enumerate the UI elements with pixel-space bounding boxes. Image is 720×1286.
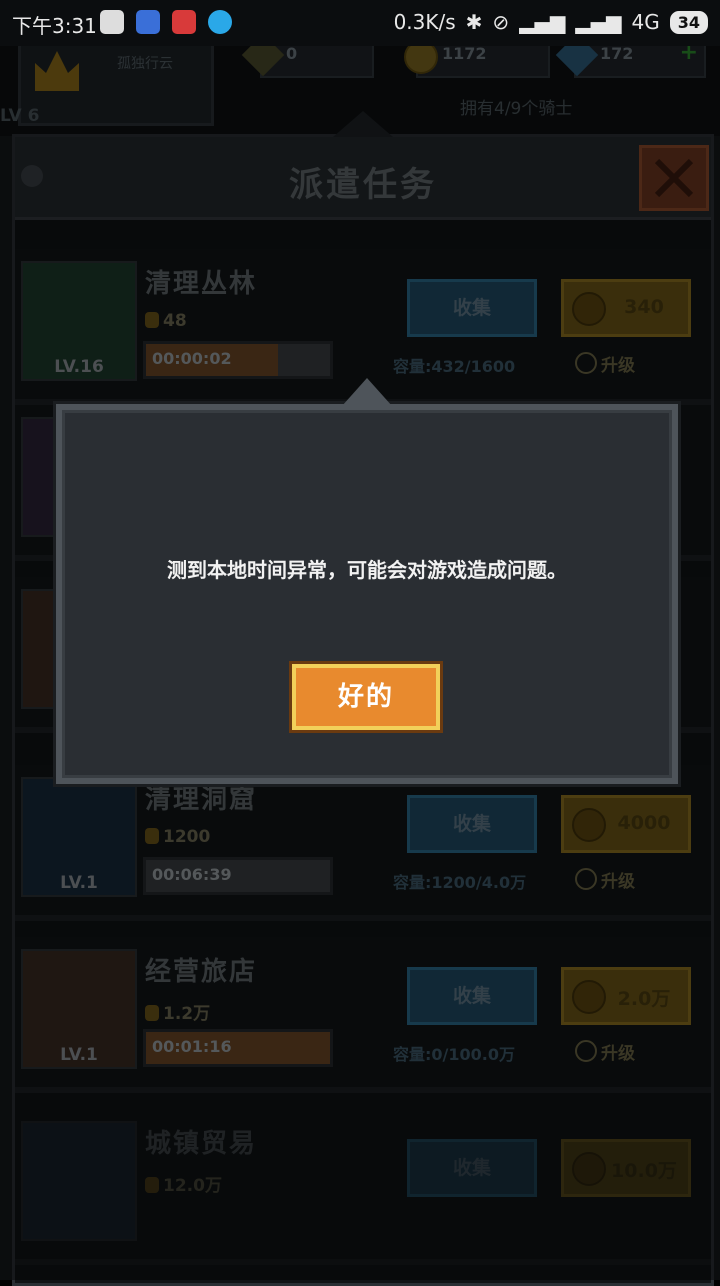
net-speed: 0.3K/s [393, 10, 456, 34]
shield-icon [100, 10, 124, 34]
browser-icon [208, 10, 232, 34]
notification-icons [100, 10, 232, 34]
signal-icon: ▂▄▆ [519, 10, 566, 34]
music-icon [172, 10, 196, 34]
network-type: 4G [631, 10, 660, 34]
bluetooth-icon: ✱ [465, 10, 483, 34]
dialog-message: 测到本地时间异常，可能会对游戏造成问题。 [167, 558, 567, 582]
battery-icon: 34 [669, 10, 708, 34]
system-icons: 0.3K/s ✱ ⊘ ▂▄▆ ▂▄▆ 4G 34 [394, 10, 708, 34]
warning-dialog: 测到本地时间异常，可能会对游戏造成问题。 好的 [56, 378, 678, 784]
mute-icon: ⊘ [492, 10, 510, 34]
signal-icon-2: ▂▄▆ [575, 10, 622, 34]
clock: 下午3:31 [12, 14, 97, 38]
qq-icon [136, 10, 160, 34]
status-bar: 下午3:31 0.3K/s ✱ ⊘ ▂▄▆ ▂▄▆ 4G 34 [0, 0, 720, 46]
ok-button[interactable]: 好的 [292, 664, 440, 730]
